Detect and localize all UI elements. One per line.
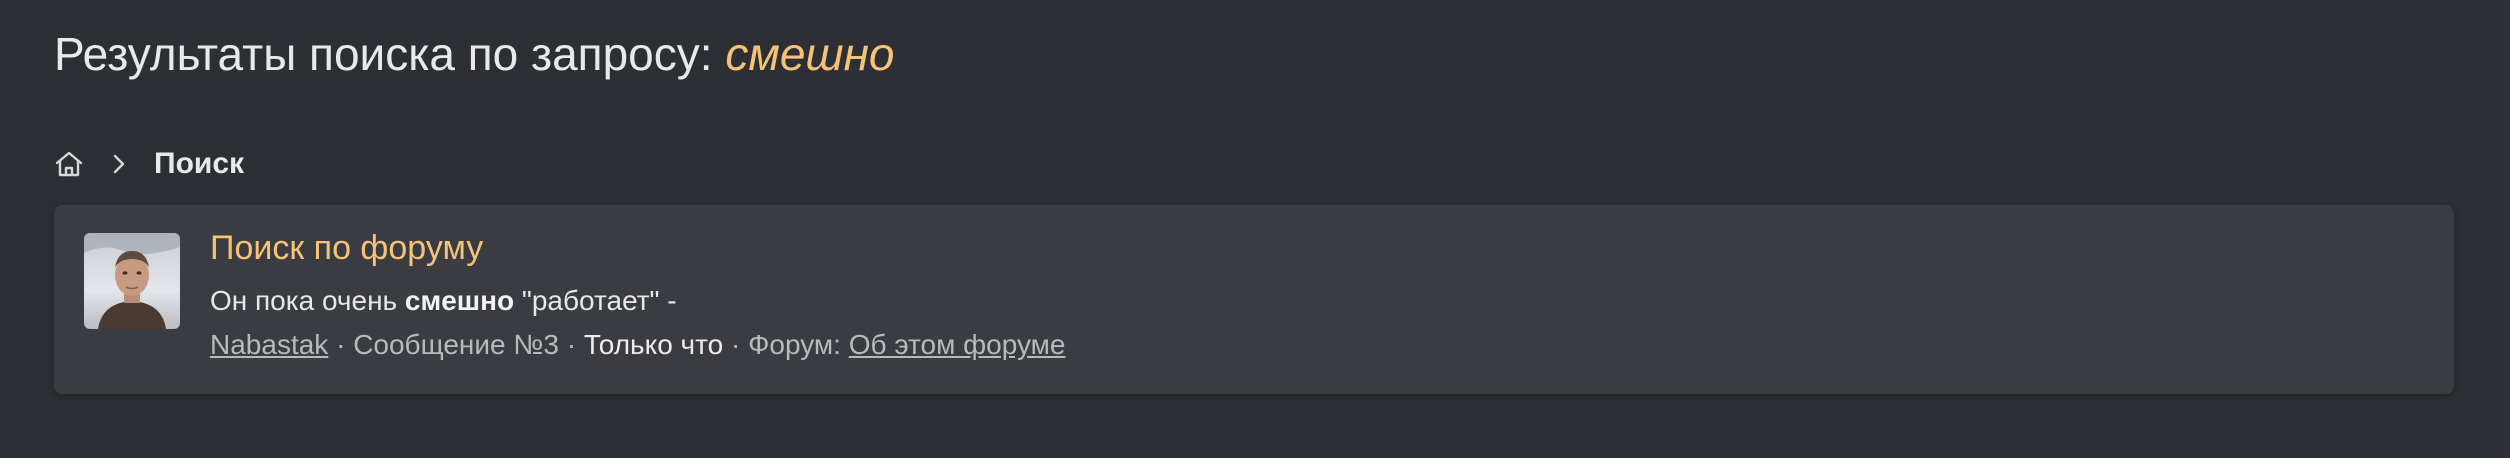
meta-separator: · — [723, 329, 749, 360]
meta-separator: · — [558, 329, 584, 360]
page-title: Результаты поиска по запросу: смешно — [54, 22, 895, 86]
result-title-link[interactable]: Поиск по форуму — [210, 229, 483, 268]
chevron-right-icon — [106, 149, 132, 179]
snippet-highlight: смешно — [404, 285, 515, 316]
result-snippet: Он пока очень смешно "работает" - — [210, 285, 677, 317]
snippet-text-before: Он пока очень — [210, 285, 405, 316]
forum-label: Форум: — [748, 329, 849, 360]
home-icon[interactable] — [52, 147, 86, 181]
search-results-page: Результаты поиска по запросу: смешно Пои… — [0, 0, 2510, 458]
avatar[interactable] — [84, 233, 180, 329]
breadcrumb-current: Поиск — [154, 147, 245, 180]
result-meta: Nabastak · Сообщение №3 · Только что · Ф… — [210, 329, 1066, 361]
snippet-text-after: "работает" - — [514, 285, 677, 316]
search-result-item: Поиск по форуму Он пока очень смешно "ра… — [54, 205, 2454, 394]
post-time: Только что — [583, 329, 724, 360]
breadcrumb: Поиск — [52, 142, 244, 186]
forum-link[interactable]: Об этом форуме — [849, 329, 1066, 360]
post-number: Сообщение №3 — [353, 329, 559, 360]
meta-separator: · — [328, 329, 354, 360]
page-title-prefix: Результаты поиска по запросу: — [54, 28, 726, 80]
author-link[interactable]: Nabastak — [210, 329, 328, 360]
search-query-term: смешно — [725, 28, 895, 80]
